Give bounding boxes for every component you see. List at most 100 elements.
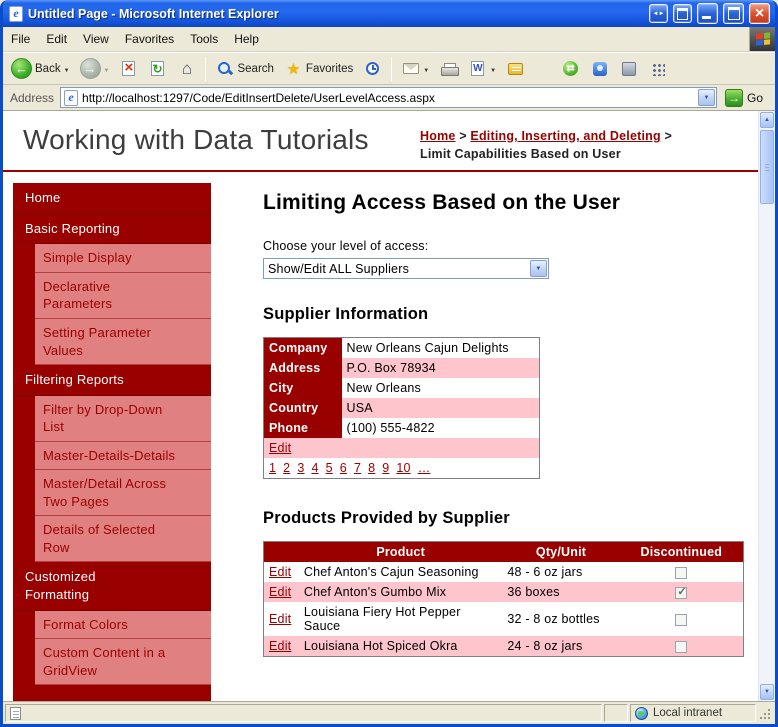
favorites-button[interactable]: Favorites — [280, 57, 357, 80]
product-edit-link[interactable]: Edit — [269, 639, 291, 653]
products-header-row: Product Qty/Unit Discontinued — [263, 541, 744, 563]
grid-icon — [650, 61, 665, 76]
history-button[interactable] — [359, 57, 386, 80]
stop-button[interactable] — [115, 57, 142, 80]
title-bar[interactable]: Untitled Page - Microsoft Internet Explo… — [3, 0, 775, 27]
scrollbar-thumb[interactable] — [760, 130, 774, 204]
address-input[interactable]: http://localhost:1297/Code/EditInsertDel… — [60, 87, 717, 108]
forward-button[interactable] — [76, 56, 114, 81]
home-button[interactable] — [173, 57, 200, 80]
print-button[interactable] — [435, 57, 462, 80]
sync-button[interactable] — [557, 57, 584, 80]
content-row: Home Basic Reporting Simple Display Declara… — [3, 172, 758, 701]
sidebar-item-custom-content-in-a-gridview[interactable]: Custom Content in a GridView — [35, 639, 211, 686]
edit-with-word-button[interactable] — [464, 57, 500, 80]
maximize-button[interactable] — [723, 3, 744, 24]
access-level-select[interactable]: Show/Edit ALL Suppliers — [263, 258, 549, 280]
breadcrumb-section-link[interactable]: Editing, Inserting, and Deleting — [470, 129, 660, 143]
refresh-icon — [151, 61, 165, 76]
mail-button[interactable] — [397, 57, 433, 80]
pager-link-[interactable]: … — [418, 461, 431, 475]
vertical-scrollbar[interactable] — [758, 111, 775, 701]
discuss-icon — [508, 62, 524, 75]
menu-file[interactable]: File — [3, 29, 38, 49]
aux-arrows-button[interactable] — [649, 4, 668, 23]
product-edit-link[interactable]: Edit — [269, 565, 291, 579]
breadcrumb-current: Limit Capabilities Based on User — [420, 147, 621, 162]
go-button[interactable]: Go — [723, 88, 771, 107]
research-button[interactable] — [615, 57, 642, 80]
ie-page-icon — [64, 89, 79, 106]
back-button[interactable]: Back — [7, 56, 74, 81]
scroll-up-button[interactable] — [760, 112, 774, 128]
edit-dropdown-icon[interactable] — [490, 63, 496, 75]
pager-link-10[interactable]: 10 — [396, 461, 410, 475]
sidebar-item-filtering-reports[interactable]: Filtering Reports — [13, 365, 211, 396]
product-row: Edit Louisiana Hot Spiced Okra 24 - 8 oz j… — [263, 636, 744, 657]
product-name-cell: Louisiana Hot Spiced Okra — [298, 636, 503, 657]
menu-favorites[interactable]: Favorites — [117, 29, 182, 49]
tiles-button[interactable] — [644, 57, 671, 80]
search-button[interactable]: Search — [211, 57, 277, 80]
pager-link-6[interactable]: 6 — [340, 461, 347, 475]
pager-link-2[interactable]: 2 — [283, 461, 290, 475]
product-name-cell: Louisiana Fiery Hot Pepper Sauce — [298, 602, 503, 637]
products-heading: Products Provided by Supplier — [263, 509, 510, 528]
mail-icon — [402, 63, 419, 74]
sidebar-item-format-colors[interactable]: Format Colors — [35, 610, 211, 640]
products-header-product: Product — [298, 541, 503, 563]
sidebar-item-home[interactable]: Home — [13, 183, 211, 214]
discuss-button[interactable] — [502, 57, 529, 80]
browser-window: Untitled Page - Microsoft Internet Explo… — [0, 0, 778, 727]
sidebar-item-declarative-parameters[interactable]: Declarative Parameters — [35, 272, 211, 319]
back-dropdown-icon[interactable] — [64, 63, 70, 75]
sidebar-item-simple-display[interactable]: Simple Display — [35, 244, 211, 273]
pager-link-5[interactable]: 5 — [326, 461, 333, 475]
select-dropdown-icon[interactable] — [530, 260, 547, 278]
sidebar-item-master-details-details[interactable]: Master-Details-Details — [35, 441, 211, 471]
windows-logo-icon — [749, 27, 775, 51]
sidebar-item-setting-parameter-values[interactable]: Setting Parameter Values — [35, 318, 211, 366]
products-header-qty-unit: Qty/Unit — [502, 541, 620, 563]
product-edit-link[interactable]: Edit — [269, 612, 291, 626]
product-edit-link[interactable]: Edit — [269, 585, 291, 599]
pager-link-3[interactable]: 3 — [297, 461, 304, 475]
menu-tools[interactable]: Tools — [182, 29, 226, 49]
breadcrumb-home-link[interactable]: Home — [420, 129, 456, 143]
close-button[interactable] — [749, 3, 770, 24]
sidebar-item-basic-reporting[interactable]: Basic Reporting — [13, 213, 211, 245]
print-icon — [440, 63, 459, 76]
menu-view[interactable]: View — [75, 29, 117, 49]
aux-window-button[interactable] — [673, 4, 692, 23]
research-icon — [621, 61, 636, 76]
pager-link-1[interactable]: 1 — [269, 461, 276, 475]
breadcrumb: Home > Editing, Inserting, and Deleting … — [420, 124, 742, 163]
access-level-label: Choose your level of access: — [263, 239, 429, 254]
mail-dropdown-icon[interactable] — [423, 63, 429, 75]
site-header: Working with Data Tutorials Home > Editi… — [3, 111, 758, 173]
sidebar-item-master-detail-across-two-pages[interactable]: Master/Detail Across Two Pages — [35, 470, 211, 517]
sidebar-item-customized-formatting[interactable]: Customized Formatting — [13, 562, 211, 611]
menu-edit[interactable]: Edit — [38, 29, 75, 49]
address-bar: Address http://localhost:1297/Code/EditI… — [3, 85, 775, 111]
menu-help[interactable]: Help — [226, 29, 267, 49]
sidebar-item-details-of-selected-row[interactable]: Details of Selected Row — [35, 516, 211, 563]
scroll-down-button[interactable] — [760, 684, 774, 700]
pager-link-8[interactable]: 8 — [368, 461, 375, 475]
refresh-button[interactable] — [144, 57, 171, 80]
forward-icon — [79, 58, 101, 79]
pager-link-4[interactable]: 4 — [311, 461, 318, 475]
address-dropdown-button[interactable] — [697, 89, 715, 106]
pager-link-7[interactable]: 7 — [354, 461, 361, 475]
minimize-button[interactable] — [697, 3, 718, 24]
products-header-edit — [263, 541, 299, 563]
supplier-edit-link[interactable]: Edit — [269, 441, 291, 455]
supplier-field-label: Country — [263, 398, 342, 419]
sync-icon — [563, 61, 579, 76]
status-small-pane — [604, 704, 628, 722]
resize-grip[interactable] — [758, 704, 773, 722]
product-qty-cell: 24 - 8 oz jars — [502, 636, 620, 657]
sidebar-item-filter-by-drop-down-list[interactable]: Filter by Drop-Down List — [35, 395, 211, 442]
pager-link-9[interactable]: 9 — [382, 461, 389, 475]
messenger-button[interactable] — [586, 57, 613, 80]
